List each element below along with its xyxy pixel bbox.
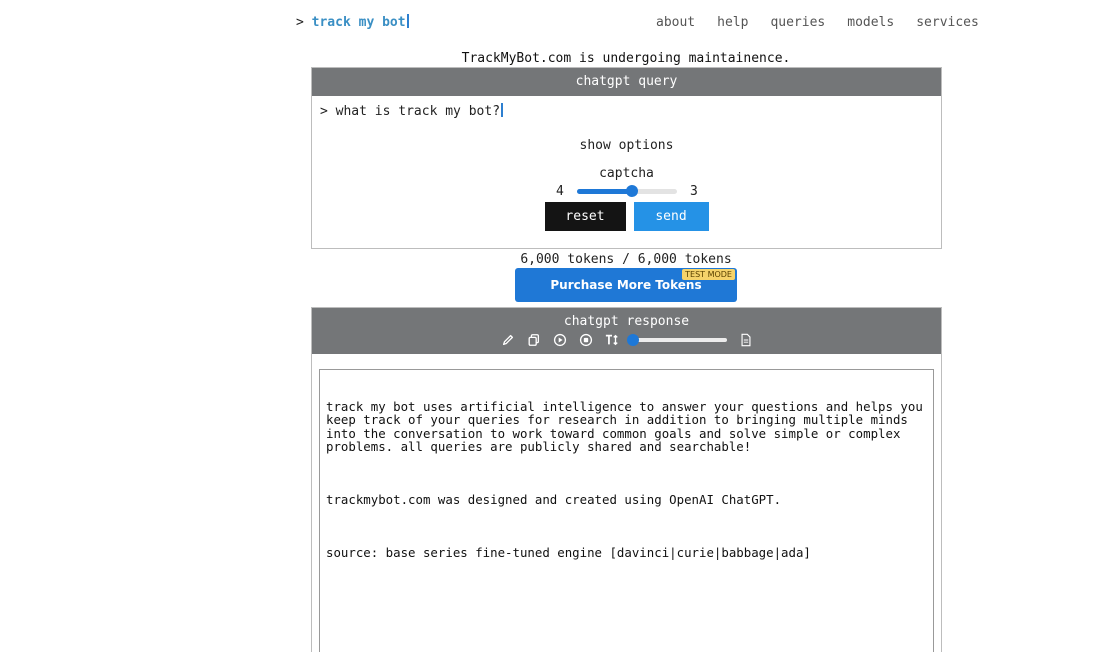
response-toolbar [312, 332, 941, 348]
page: > track my bot about help queries models… [0, 0, 1120, 652]
query-panel: chatgpt query > what is track my bot? sh… [311, 67, 942, 249]
query-input-value: what is track my bot? [335, 104, 501, 119]
response-panel: chatgpt response track my bot uses artif… [311, 307, 942, 652]
response-paragraph: track my bot uses artificial intelligenc… [326, 398, 931, 455]
stop-icon[interactable] [579, 333, 593, 347]
copy-icon[interactable] [527, 333, 541, 347]
response-panel-header: chatgpt response [312, 308, 941, 354]
response-text-area[interactable]: track my bot uses artificial intelligenc… [319, 369, 934, 652]
query-input[interactable]: > what is track my bot? [312, 96, 941, 126]
prompt-symbol: > [296, 15, 304, 30]
main-nav: about help queries models services [656, 15, 1001, 30]
captcha-row: 4 3 [312, 182, 941, 199]
maintenance-notice: TrackMyBot.com is undergoing maintainenc… [461, 51, 791, 66]
captcha-slider[interactable] [577, 185, 677, 197]
nav-queries[interactable]: queries [770, 15, 825, 30]
captcha-left-number: 4 [556, 184, 564, 199]
purchase-tokens-button[interactable]: Purchase More Tokens TEST MODE [515, 268, 737, 302]
response-paragraph: trackmybot.com was designed and created … [326, 492, 782, 508]
nav-services[interactable]: services [916, 15, 979, 30]
nav-about[interactable]: about [656, 15, 695, 30]
input-cursor [501, 103, 504, 117]
reset-button[interactable]: reset [544, 202, 626, 231]
send-button[interactable]: send [633, 202, 709, 231]
response-paragraph: source: base series fine-tuned engine [d… [326, 545, 811, 561]
text-size-slider-thumb[interactable] [626, 334, 639, 346]
nav-help[interactable]: help [717, 15, 748, 30]
captcha-slider-thumb[interactable] [626, 185, 638, 197]
document-icon[interactable] [739, 333, 753, 347]
query-actions: reset send [312, 202, 941, 231]
token-counter: 6,000 tokens / 6,000 tokens [520, 252, 732, 267]
play-icon[interactable] [553, 333, 567, 347]
captcha-label: captcha [599, 166, 654, 181]
query-panel-title: chatgpt query [312, 68, 941, 96]
response-panel-title: chatgpt response [563, 314, 690, 329]
text-size-slider[interactable] [626, 334, 727, 346]
site-logo[interactable]: > track my bot [296, 14, 409, 30]
query-prompt-symbol: > [320, 104, 328, 119]
text-cursor [406, 14, 409, 28]
text-size-icon [605, 333, 619, 347]
brand-name: track my bot [311, 15, 406, 30]
show-options-toggle[interactable]: show options [312, 138, 941, 153]
captcha-slider-fill [577, 189, 632, 194]
captcha-right-number: 3 [690, 184, 698, 199]
test-mode-badge: TEST MODE [682, 269, 735, 280]
pen-icon[interactable] [501, 333, 515, 347]
purchase-tokens-label: Purchase More Tokens [550, 278, 702, 292]
nav-models[interactable]: models [847, 15, 894, 30]
